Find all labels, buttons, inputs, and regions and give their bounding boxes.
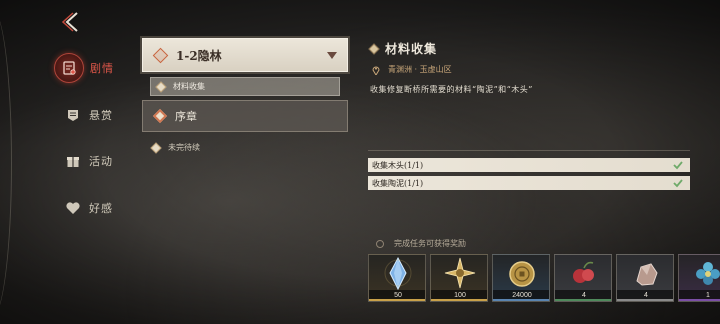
ring-icon	[376, 239, 384, 248]
reward-item[interactable]: 4	[554, 254, 612, 302]
reward-item[interactable]: 4	[616, 254, 674, 302]
reward-item[interactable]: 1	[678, 254, 720, 302]
check-icon	[673, 161, 683, 170]
reward-item[interactable]: 100	[430, 254, 488, 302]
quest-title-text: 材料收集	[385, 42, 438, 56]
scroll-icon	[54, 53, 84, 83]
objective-row: 收集木头(1/1)	[368, 158, 690, 172]
to-be-continued-label: 未完待续	[168, 143, 200, 152]
chapter-diamond-icon	[152, 108, 168, 124]
rarity-bar	[679, 299, 720, 301]
sidebar-item-label: 剧情	[90, 62, 114, 75]
quest-description: 收集修复断桥所需要的材料“陶泥”和“木头”	[370, 85, 533, 94]
rewards-header-text: 完成任务可获得奖励	[394, 239, 466, 248]
quest-location: 青渊洲 · 玉虚山区	[372, 64, 452, 75]
to-be-continued: 未完待续	[150, 141, 200, 154]
gift-icon	[63, 151, 83, 171]
sidebar-item-affinity[interactable]: 好感	[63, 198, 113, 218]
chapter-title: 1-2隐林	[176, 48, 222, 63]
heart-icon	[63, 198, 83, 218]
star-crystal-icon	[444, 257, 476, 289]
sidebar-item-events[interactable]: 活动	[63, 151, 113, 171]
rarity-bar	[493, 299, 549, 301]
blue-flower-icon	[696, 262, 720, 285]
location-text: 青渊洲 · 玉虚山区	[388, 65, 452, 74]
quest-diamond-icon	[155, 80, 167, 93]
rarity-bar	[431, 299, 487, 301]
objective-text: 收集木头(1/1)	[372, 160, 424, 170]
rarity-bar	[617, 299, 673, 301]
reward-item[interactable]: 24000	[492, 254, 550, 302]
rewards-list: 50 100 24000 4 4 1	[368, 254, 720, 302]
check-icon	[673, 179, 683, 188]
quest-item-label: 材料收集	[173, 82, 205, 91]
decorative-arc	[0, 8, 12, 318]
coin-icon	[509, 261, 535, 287]
chapter-dropdown[interactable]: 1-2隐林	[142, 38, 348, 72]
chevron-down-icon	[327, 52, 337, 59]
sidebar-item-bounty[interactable]: 悬赏	[63, 105, 113, 125]
objective-text: 收集陶泥(1/1)	[372, 178, 424, 188]
blue-crystal-icon	[384, 256, 412, 291]
quest-diamond-icon	[368, 42, 380, 55]
chapter-prologue-label: 序章	[175, 110, 197, 123]
quest-item-material-collection[interactable]: 材料收集	[150, 77, 340, 96]
location-pin-icon	[372, 66, 380, 75]
reward-item[interactable]: 50	[368, 254, 426, 302]
ore-icon	[636, 263, 658, 286]
quest-title: 材料收集	[368, 40, 438, 57]
back-arrow-icon	[62, 12, 78, 32]
rarity-bar	[369, 299, 425, 301]
chapter-diamond-icon	[152, 47, 169, 63]
sidebar-item-label: 好感	[89, 202, 113, 215]
rewards-header: 完成任务可获得奖励	[376, 238, 466, 249]
objective-row: 收集陶泥(1/1)	[368, 176, 690, 190]
sidebar-item-label: 悬赏	[89, 109, 113, 122]
quest-diamond-icon	[150, 141, 162, 154]
sidebar-item-label: 活动	[89, 155, 113, 168]
rarity-bar	[555, 299, 611, 301]
back-button[interactable]	[60, 10, 84, 34]
bounty-icon	[63, 105, 83, 125]
divider	[368, 150, 690, 151]
chapter-prologue[interactable]: 序章	[142, 100, 348, 132]
sidebar-item-story[interactable]: 剧情	[54, 53, 114, 83]
red-fruit-icon	[573, 261, 594, 283]
